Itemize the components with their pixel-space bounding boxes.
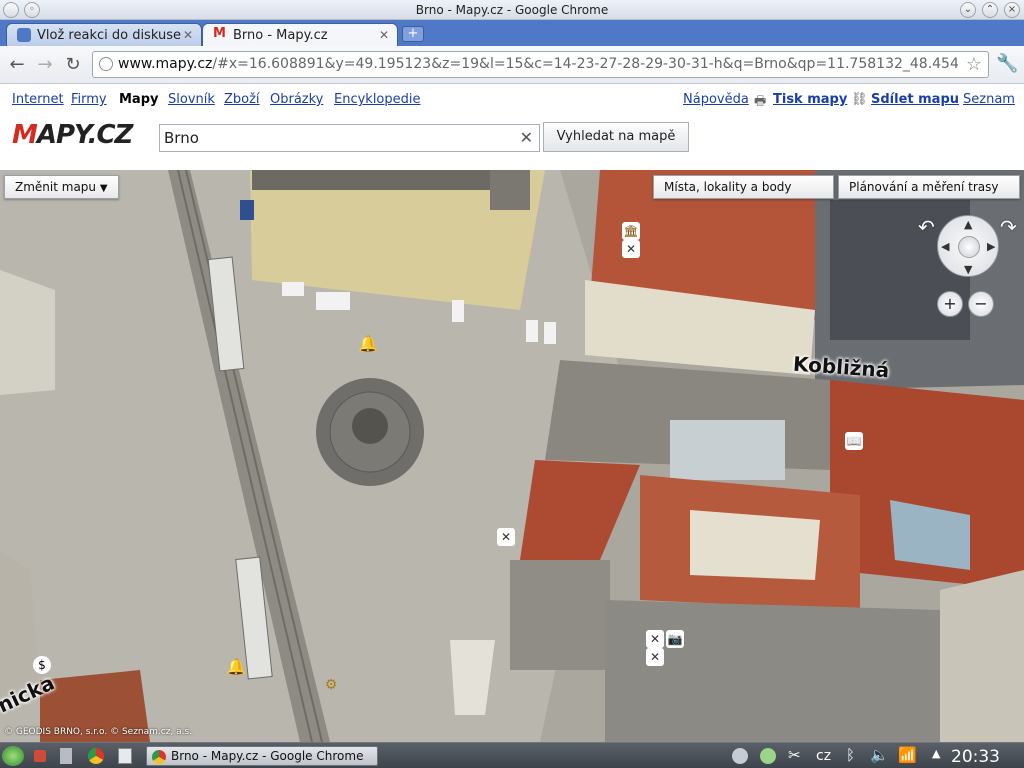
rotate-left-icon[interactable]: ↶ <box>918 215 935 239</box>
address-bar[interactable]: www.mapy.cz/#x=16.608891&y=49.195123&z=1… <box>92 51 989 78</box>
service-firmy[interactable]: Firmy <box>71 92 107 107</box>
scissors-icon[interactable]: ✂ <box>788 746 801 764</box>
bluetooth-icon[interactable]: ᛒ <box>846 746 855 764</box>
library-icon[interactable]: 📖 <box>845 432 863 450</box>
mapy-logo[interactable]: MAPY.CZ <box>12 120 133 150</box>
trash-icon[interactable] <box>60 748 72 764</box>
link-icon: ⛓ <box>851 92 868 107</box>
dropdown-arrow-icon: ▼ <box>99 183 108 194</box>
notes-icon[interactable] <box>118 748 132 764</box>
clipboard-icon[interactable] <box>760 748 776 764</box>
service-internet[interactable]: Internet <box>12 92 64 107</box>
bell-icon[interactable]: 🔔 <box>226 658 246 676</box>
seznam-link[interactable]: Seznam <box>963 92 1015 107</box>
clear-search-icon[interactable]: ✕ <box>520 128 533 147</box>
pan-down-icon[interactable]: ▼ <box>964 263 972 276</box>
keyboard-layout[interactable]: cz <box>816 748 831 764</box>
start-menu-icon[interactable] <box>2 746 24 766</box>
pan-up-icon[interactable]: ▲ <box>964 218 972 231</box>
new-tab-button[interactable]: + <box>402 26 424 42</box>
back-icon[interactable]: ← <box>6 54 28 76</box>
page-icon <box>17 28 31 42</box>
service-slovnik[interactable]: Slovník <box>168 92 215 107</box>
taskbar-chrome-window[interactable]: Brno - Mapy.cz - Google Chrome <box>146 746 378 766</box>
rotate-right-icon[interactable]: ↷ <box>1000 215 1017 239</box>
change-map-button[interactable]: Změnit mapu ▼ <box>4 175 119 199</box>
restaurant-icon[interactable]: ✕ <box>497 528 515 546</box>
globe-icon <box>99 57 113 71</box>
restaurant-icon[interactable]: ✕ <box>646 630 664 648</box>
share-map-link[interactable]: Sdílet mapu <box>871 92 959 107</box>
zoom-out-button[interactable]: − <box>968 291 994 317</box>
places-button[interactable]: Místa, lokality a body <box>653 175 834 199</box>
service-obrazky[interactable]: Obrázky <box>270 92 323 107</box>
pan-left-icon[interactable]: ◀ <box>941 240 949 253</box>
wifi-icon[interactable]: 📶 <box>898 746 917 764</box>
aerial-map[interactable]: Změnit mapu ▼ Místa, lokality a body Plá… <box>0 170 1024 742</box>
tab-label: Brno - Mapy.cz <box>233 28 328 43</box>
printer-icon: 🖶 <box>754 94 767 109</box>
maximize-icon[interactable]: ⌃ <box>982 2 998 18</box>
tab-discussion[interactable]: Vlož reakci do diskuse ✕ <box>6 23 202 46</box>
transit-stop-icon[interactable]: $ <box>33 656 51 674</box>
close-window-icon[interactable]: × <box>1004 2 1020 18</box>
restaurant-icon[interactable]: ✕ <box>646 648 664 666</box>
aerial-imagery <box>0 170 1024 742</box>
restaurant-icon[interactable]: ✕ <box>622 240 640 258</box>
chrome-launcher-icon[interactable] <box>88 748 104 764</box>
close-tab-icon[interactable]: ✕ <box>183 28 193 42</box>
service-encyklopedie[interactable]: Encyklopedie <box>334 92 421 107</box>
search-box: ✕ <box>159 124 540 152</box>
help-link[interactable]: Nápověda <box>683 92 749 107</box>
pan-control[interactable]: ▲ ▼ ◀ ▶ <box>937 215 999 277</box>
gear-icon[interactable]: ⚙ <box>322 676 340 694</box>
mapy-favicon-icon: M <box>213 26 226 41</box>
chrome-icon <box>152 750 166 764</box>
window-title: Brno - Mapy.cz - Google Chrome <box>415 3 609 17</box>
window-title-bar: ◦ Brno - Mapy.cz - Google Chrome ⌄ ⌃ × <box>0 0 1024 20</box>
minimize-icon[interactable]: ⌄ <box>960 2 976 18</box>
print-map-link[interactable]: Tisk mapy <box>773 92 847 107</box>
wrench-menu-icon[interactable]: 🔧 <box>996 53 1018 74</box>
close-tab-icon[interactable]: ✕ <box>379 28 389 42</box>
page-header: Internet Firmy Mapy Slovník Zboží Obrázk… <box>0 84 1024 170</box>
tab-strip: Vlož reakci do diskuse ✕ M Brno - Mapy.c… <box>0 20 1024 46</box>
service-mapy: Mapy <box>119 92 159 107</box>
tray-expand-icon[interactable]: ▲ <box>932 747 940 760</box>
tab-label: Vlož reakci do diskuse <box>37 28 181 43</box>
app-icon[interactable] <box>34 750 46 762</box>
search-on-map-button[interactable]: Vyhledat na mapě <box>543 122 689 152</box>
pan-center[interactable] <box>958 236 980 258</box>
reload-icon[interactable]: ↻ <box>62 54 84 76</box>
info-icon[interactable] <box>732 748 748 764</box>
museum-icon[interactable]: 🏛 <box>622 222 640 240</box>
service-zbozi[interactable]: Zboží <box>224 92 260 107</box>
clock[interactable]: 20:33 <box>951 747 1000 767</box>
taskbar: Brno - Mapy.cz - Google Chrome ✂ cz ᛒ 🔈 … <box>0 742 1024 768</box>
volume-icon[interactable]: 🔈 <box>870 746 889 764</box>
search-input[interactable] <box>164 128 504 148</box>
bookmark-star-icon[interactable]: ☆ <box>966 54 982 75</box>
url-text[interactable]: www.mapy.cz/#x=16.608891&y=49.195123&z=1… <box>118 56 958 72</box>
map-copyright: © GEODIS BRNO, s.r.o. © Seznam.cz, a.s. <box>4 727 193 737</box>
zoom-in-button[interactable]: + <box>937 291 963 317</box>
pan-right-icon[interactable]: ▶ <box>987 240 995 253</box>
route-planning-button[interactable]: Plánování a měření trasy <box>838 175 1020 199</box>
forward-icon[interactable]: → <box>34 54 56 76</box>
bell-icon[interactable]: 🔔 <box>358 335 378 353</box>
tab-mapy[interactable]: M Brno - Mapy.cz ✕ <box>202 23 398 46</box>
camera-icon[interactable]: 📷 <box>666 630 684 648</box>
browser-toolbar: ← → ↻ www.mapy.cz/#x=16.608891&y=49.1951… <box>0 46 1024 84</box>
